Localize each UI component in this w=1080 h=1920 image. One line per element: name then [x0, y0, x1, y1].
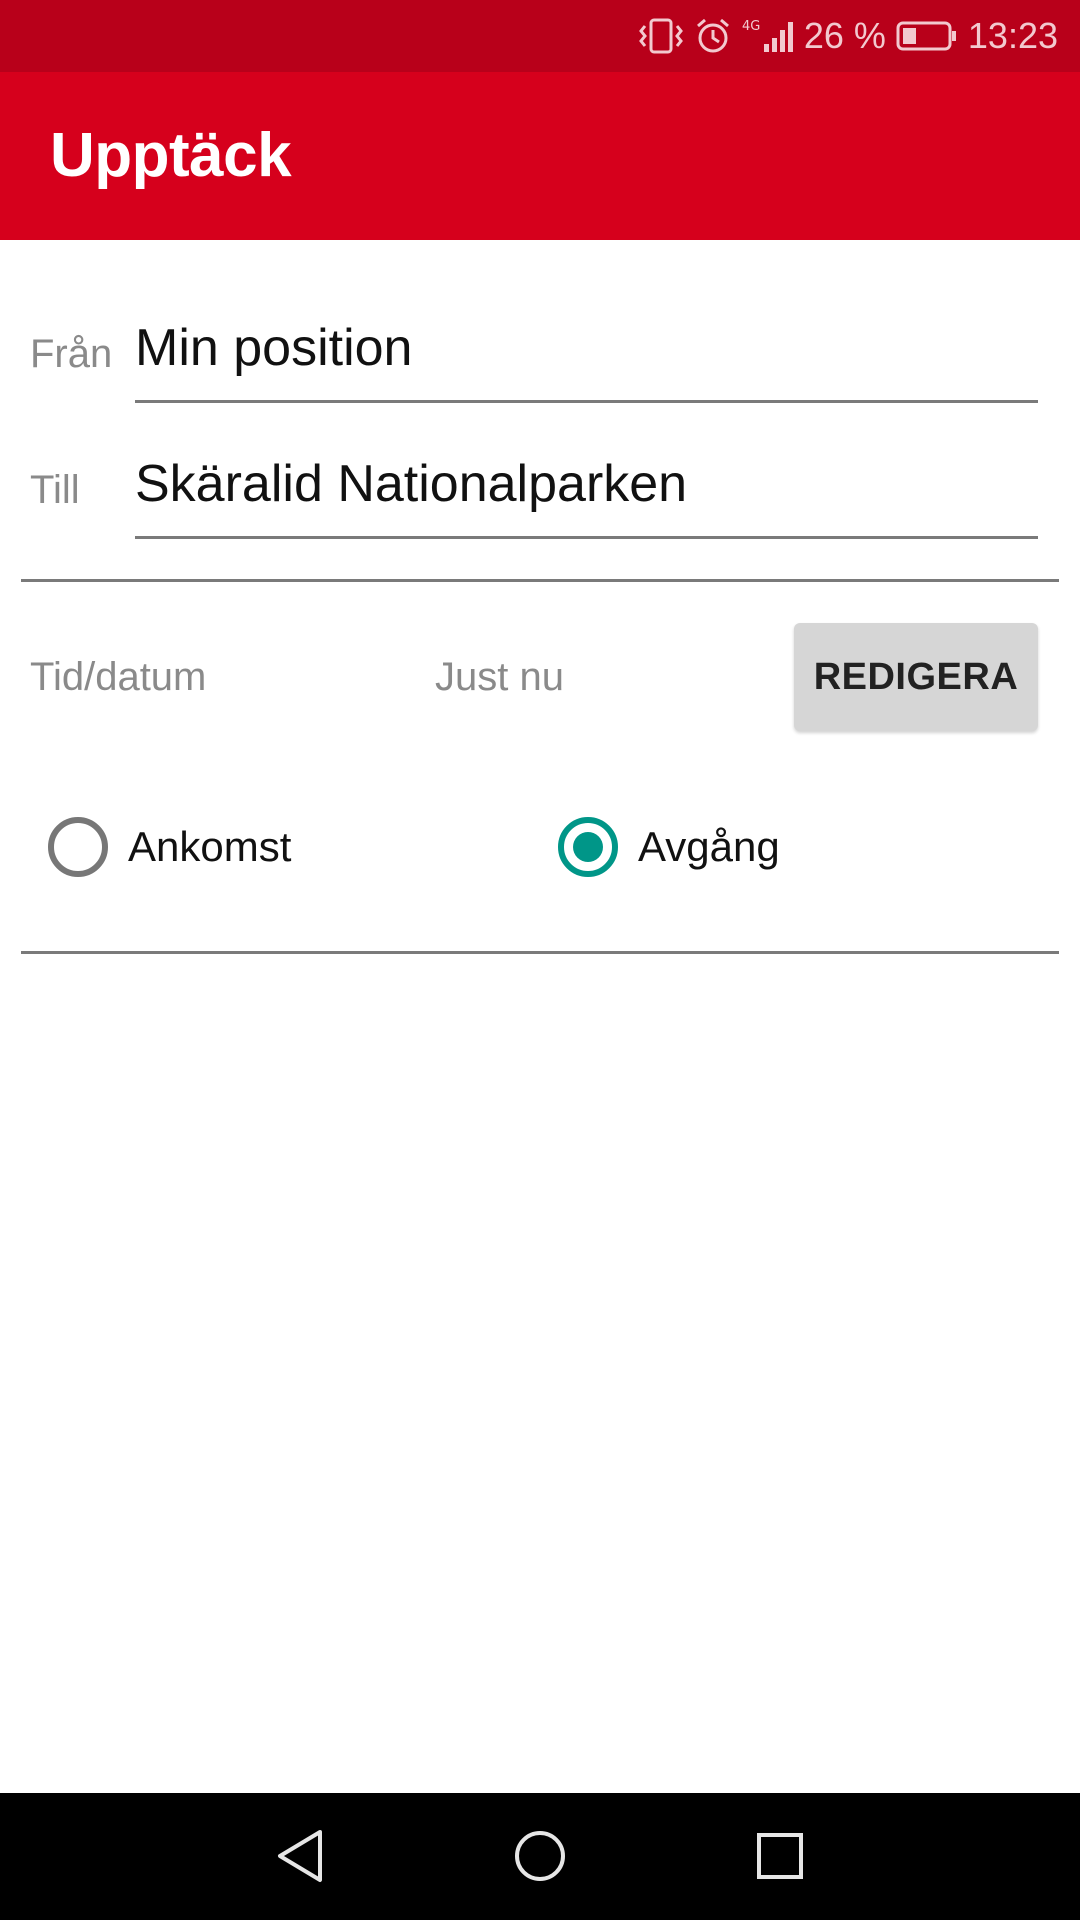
arrival-radio[interactable]: Ankomst [48, 812, 291, 882]
signal-icon: 4G [742, 16, 794, 56]
time-date-value: Just nu [435, 655, 564, 699]
status-bar: 4G 26 % 13:23 [0, 0, 1080, 72]
from-label: Från [30, 332, 113, 376]
section-divider-top [21, 579, 1059, 582]
vibrate-icon [638, 16, 684, 56]
arrival-radio-label[interactable]: Ankomst [128, 823, 291, 871]
edit-button[interactable]: REDIGERA [794, 623, 1038, 731]
from-input[interactable]: Min position [135, 318, 412, 378]
page-title: Upptäck [50, 121, 292, 190]
from-underline [135, 400, 1038, 403]
radio-selected-dot [573, 832, 603, 862]
to-label: Till [30, 468, 80, 512]
time-date-label: Tid/datum [30, 655, 207, 699]
arrival-radio-circle[interactable] [48, 817, 108, 877]
to-underline [135, 536, 1038, 539]
home-icon[interactable] [505, 1821, 575, 1891]
to-field-row[interactable]: Till Skäralid Nationalparken [0, 426, 1080, 566]
svg-text:4G: 4G [742, 19, 760, 34]
from-field-row[interactable]: Från Min position [0, 290, 1080, 430]
status-time: 13:23 [967, 15, 1058, 56]
to-input[interactable]: Skäralid Nationalparken [135, 454, 687, 514]
section-divider-bottom [21, 951, 1059, 954]
back-icon[interactable] [265, 1821, 335, 1891]
alarm-icon [694, 16, 732, 56]
departure-radio[interactable]: Avgång [558, 812, 780, 882]
departure-radio-label[interactable]: Avgång [638, 823, 780, 871]
battery-icon [896, 19, 958, 53]
status-icons: 4G 26 % 13:23 [638, 0, 1058, 72]
system-nav-bar [0, 1793, 1080, 1920]
battery-percent: 26 % [803, 15, 886, 56]
departure-radio-circle[interactable] [558, 817, 618, 877]
app-bar: Upptäck [0, 72, 1080, 240]
recents-icon[interactable] [745, 1821, 815, 1891]
trip-search-form: Från Min position Till Skäralid National… [0, 240, 1080, 1793]
